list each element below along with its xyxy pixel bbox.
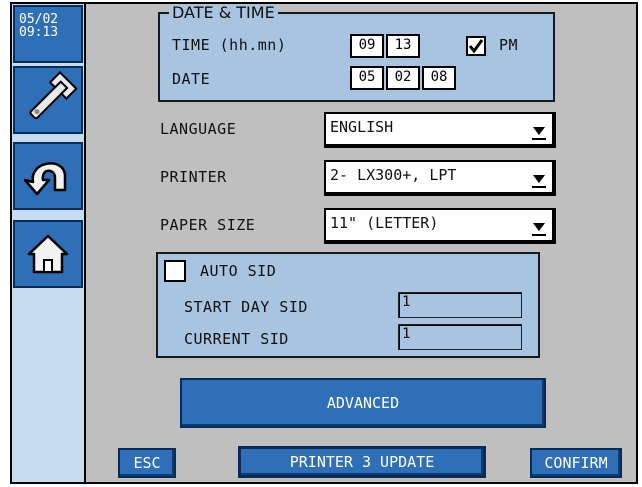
checkmark-icon — [468, 39, 484, 54]
chevron-down-icon — [532, 127, 546, 140]
datetime-title: DATE & TIME — [169, 5, 278, 21]
day-field[interactable]: 05 — [350, 66, 384, 90]
minute-field[interactable]: 13 — [386, 34, 420, 58]
advanced-button[interactable]: ADVANCED — [180, 378, 546, 428]
month-field[interactable]: 02 — [386, 66, 420, 90]
auto-sid-label: AUTO SID — [200, 262, 277, 280]
home-nav-button[interactable] — [13, 220, 83, 288]
printer-label: PRINTER — [160, 168, 227, 186]
printer-update-button[interactable]: PRINTER 3 UPDATE — [238, 446, 486, 478]
time-label: TIME (hh.mn) — [172, 36, 287, 54]
home-icon — [27, 234, 69, 274]
pm-checkbox[interactable] — [466, 36, 486, 56]
confirm-button[interactable]: CONFIRM — [530, 448, 622, 478]
back-arrow-icon — [23, 162, 67, 196]
year-field[interactable]: 08 — [422, 66, 456, 90]
chevron-down-icon — [532, 175, 546, 188]
wrench-icon — [29, 71, 78, 120]
paper-size-value: 11" (LETTER) — [330, 214, 439, 232]
printer-select[interactable]: 2- LX300+, LPT — [324, 160, 556, 196]
printer-value: 2- LX300+, LPT — [330, 166, 457, 184]
start-day-sid-field[interactable]: 1 — [398, 292, 522, 318]
paper-size-select[interactable]: 11" (LETTER) — [324, 208, 556, 244]
language-label: LANGUAGE — [160, 120, 237, 138]
language-select[interactable]: ENGLISH — [324, 112, 556, 148]
esc-button[interactable]: ESC — [118, 448, 176, 478]
clock-display: 05/02 09:13 — [13, 5, 83, 63]
current-sid-field[interactable]: 1 — [398, 324, 522, 350]
start-day-sid-label: START DAY SID — [184, 298, 308, 316]
auto-sid-checkbox[interactable] — [164, 260, 186, 282]
current-sid-label: CURRENT SID — [184, 330, 289, 348]
back-nav-button[interactable] — [13, 142, 83, 210]
chevron-down-icon — [532, 223, 546, 236]
settings-nav-button[interactable] — [13, 66, 83, 134]
language-value: ENGLISH — [330, 118, 394, 136]
hour-field[interactable]: 09 — [350, 34, 384, 58]
paper-size-label: PAPER SIZE — [160, 216, 256, 234]
date-label: DATE — [172, 70, 211, 88]
pm-label: PM — [499, 36, 519, 54]
clock-time: 09:13 — [19, 25, 59, 40]
